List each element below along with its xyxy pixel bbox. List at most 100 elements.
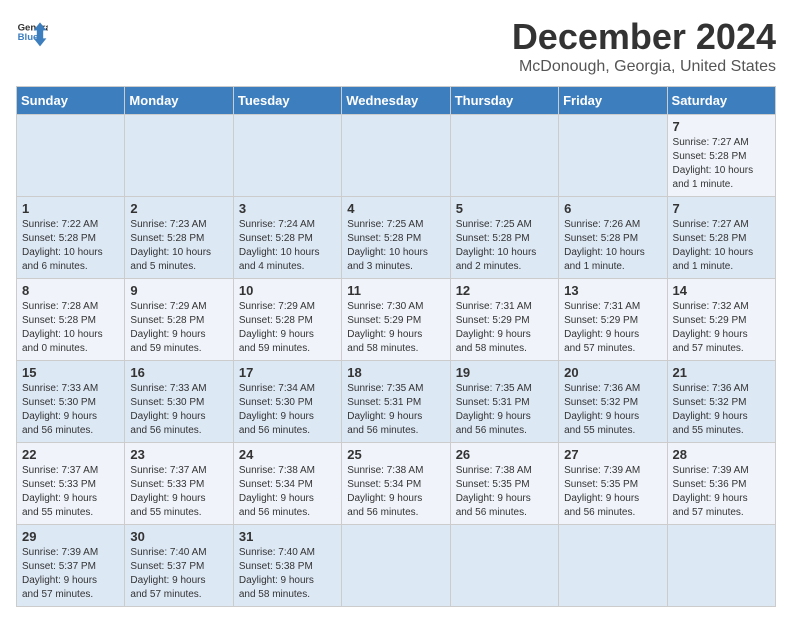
day-info: Sunrise: 7:29 AMSunset: 5:28 PMDaylight:… — [239, 300, 336, 356]
day-number: 10 — [239, 283, 336, 298]
calendar-cell — [559, 115, 667, 197]
calendar-row: 7 Sunrise: 7:27 AMSunset: 5:28 PMDaylight… — [17, 115, 776, 197]
calendar-cell: 20Sunrise: 7:36 AMSunset: 5:32 PMDayligh… — [559, 361, 667, 443]
calendar-row: 22 Sunrise: 7:37 AMSunset: 5:33 PMDayligh… — [17, 443, 776, 525]
day-info: Sunrise: 7:36 AMSunset: 5:32 PMDaylight:… — [564, 382, 661, 438]
day-number: 29 — [22, 529, 119, 544]
header-row: Sunday Monday Tuesday Wednesday Thursday… — [17, 87, 776, 115]
day-info: Sunrise: 7:32 AMSunset: 5:29 PMDaylight:… — [673, 300, 770, 356]
calendar-cell: 6 Sunrise: 7:26 AMSunset: 5:28 PMDaylight… — [559, 197, 667, 279]
calendar-cell — [125, 115, 233, 197]
calendar-cell: 29 Sunrise: 7:39 AMSunset: 5:37 PMDayligh… — [17, 525, 125, 607]
col-thursday: Thursday — [450, 87, 558, 115]
day-info: Sunrise: 7:22 AMSunset: 5:28 PMDaylight:… — [22, 218, 119, 274]
calendar-cell — [559, 525, 667, 607]
title-block: December 2024 McDonough, Georgia, United… — [512, 16, 776, 76]
calendar-cell: 10 Sunrise: 7:29 AMSunset: 5:28 PMDayligh… — [233, 279, 341, 361]
calendar-row: 29 Sunrise: 7:39 AMSunset: 5:37 PMDayligh… — [17, 525, 776, 607]
calendar-cell: 26 Sunrise: 7:38 AMSunset: 5:35 PMDayligh… — [450, 443, 558, 525]
day-info: Sunrise: 7:39 AMSunset: 5:37 PMDaylight:… — [22, 546, 119, 602]
calendar-cell — [450, 525, 558, 607]
day-info: Sunrise: 7:35 AMSunset: 5:31 PMDaylight:… — [347, 382, 444, 438]
day-info: Sunrise: 7:31 AMSunset: 5:29 PMDaylight:… — [456, 300, 553, 356]
calendar-cell: 25Sunrise: 7:38 AMSunset: 5:34 PMDayligh… — [342, 443, 450, 525]
calendar-cell: 7 Sunrise: 7:27 AMSunset: 5:28 PMDaylight… — [667, 197, 775, 279]
col-friday: Friday — [559, 87, 667, 115]
day-info: Sunrise: 7:28 AMSunset: 5:28 PMDaylight:… — [22, 300, 119, 356]
calendar-cell: 21Sunrise: 7:36 AMSunset: 5:32 PMDayligh… — [667, 361, 775, 443]
day-number: 21 — [673, 365, 770, 380]
day-info: Sunrise: 7:39 AMSunset: 5:35 PMDaylight:… — [564, 464, 661, 520]
day-number: 26 — [456, 447, 553, 462]
day-number: 7 — [673, 119, 770, 134]
calendar-cell — [342, 525, 450, 607]
col-tuesday: Tuesday — [233, 87, 341, 115]
calendar-cell — [17, 115, 125, 197]
day-number: 7 — [673, 201, 770, 216]
day-number: 24 — [239, 447, 336, 462]
day-info: Sunrise: 7:27 AMSunset: 5:28 PMDaylight:… — [673, 136, 770, 192]
calendar-cell: 24Sunrise: 7:38 AMSunset: 5:34 PMDayligh… — [233, 443, 341, 525]
day-info: Sunrise: 7:38 AMSunset: 5:35 PMDaylight:… — [456, 464, 553, 520]
day-number: 28 — [673, 447, 770, 462]
calendar-cell — [450, 115, 558, 197]
day-info: Sunrise: 7:24 AMSunset: 5:28 PMDaylight:… — [239, 218, 336, 274]
col-wednesday: Wednesday — [342, 87, 450, 115]
day-info: Sunrise: 7:23 AMSunset: 5:28 PMDaylight:… — [130, 218, 227, 274]
calendar-cell: 4Sunrise: 7:25 AMSunset: 5:28 PMDaylight… — [342, 197, 450, 279]
day-number: 9 — [130, 283, 227, 298]
day-number: 16 — [130, 365, 227, 380]
day-number: 8 — [22, 283, 119, 298]
day-number: 2 — [130, 201, 227, 216]
day-number: 17 — [239, 365, 336, 380]
day-number: 4 — [347, 201, 444, 216]
calendar-cell: 31Sunrise: 7:40 AMSunset: 5:38 PMDayligh… — [233, 525, 341, 607]
day-info: Sunrise: 7:39 AMSunset: 5:36 PMDaylight:… — [673, 464, 770, 520]
calendar-cell: 9 Sunrise: 7:29 AMSunset: 5:28 PMDaylight… — [125, 279, 233, 361]
col-saturday: Saturday — [667, 87, 775, 115]
calendar-cell: 30Sunrise: 7:40 AMSunset: 5:37 PMDayligh… — [125, 525, 233, 607]
day-info: Sunrise: 7:35 AMSunset: 5:31 PMDaylight:… — [456, 382, 553, 438]
day-info: Sunrise: 7:37 AMSunset: 5:33 PMDaylight:… — [22, 464, 119, 520]
day-number: 25 — [347, 447, 444, 462]
day-number: 27 — [564, 447, 661, 462]
day-number: 22 — [22, 447, 119, 462]
calendar-cell: 11Sunrise: 7:30 AMSunset: 5:29 PMDayligh… — [342, 279, 450, 361]
day-info: Sunrise: 7:30 AMSunset: 5:29 PMDaylight:… — [347, 300, 444, 356]
header: General Blue December 2024 McDonough, Ge… — [16, 16, 776, 76]
calendar-cell: 27 Sunrise: 7:39 AMSunset: 5:35 PMDayligh… — [559, 443, 667, 525]
calendar-body: 7 Sunrise: 7:27 AMSunset: 5:28 PMDaylight… — [17, 115, 776, 607]
calendar-cell — [233, 115, 341, 197]
day-info: Sunrise: 7:29 AMSunset: 5:28 PMDaylight:… — [130, 300, 227, 356]
day-number: 5 — [456, 201, 553, 216]
day-info: Sunrise: 7:31 AMSunset: 5:29 PMDaylight:… — [564, 300, 661, 356]
day-number: 19 — [456, 365, 553, 380]
calendar-cell: 7 Sunrise: 7:27 AMSunset: 5:28 PMDaylight… — [667, 115, 775, 197]
day-number: 3 — [239, 201, 336, 216]
day-info: Sunrise: 7:26 AMSunset: 5:28 PMDaylight:… — [564, 218, 661, 274]
day-number: 14 — [673, 283, 770, 298]
calendar-cell: 2 Sunrise: 7:23 AMSunset: 5:28 PMDaylight… — [125, 197, 233, 279]
day-number: 13 — [564, 283, 661, 298]
col-monday: Monday — [125, 87, 233, 115]
calendar-cell: 5Sunrise: 7:25 AMSunset: 5:28 PMDaylight… — [450, 197, 558, 279]
day-info: Sunrise: 7:34 AMSunset: 5:30 PMDaylight:… — [239, 382, 336, 438]
calendar-cell: 15 Sunrise: 7:33 AMSunset: 5:30 PMDayligh… — [17, 361, 125, 443]
day-info: Sunrise: 7:33 AMSunset: 5:30 PMDaylight:… — [22, 382, 119, 438]
calendar-cell: 3 Sunrise: 7:24 AMSunset: 5:28 PMDaylight… — [233, 197, 341, 279]
day-number: 30 — [130, 529, 227, 544]
calendar-cell: 19 Sunrise: 7:35 AMSunset: 5:31 PMDayligh… — [450, 361, 558, 443]
day-number: 6 — [564, 201, 661, 216]
calendar-row: 8 Sunrise: 7:28 AMSunset: 5:28 PMDaylight… — [17, 279, 776, 361]
day-number: 15 — [22, 365, 119, 380]
calendar-cell: 1 Sunrise: 7:22 AMSunset: 5:28 PMDaylight… — [17, 197, 125, 279]
day-info: Sunrise: 7:27 AMSunset: 5:28 PMDaylight:… — [673, 218, 770, 274]
day-number: 1 — [22, 201, 119, 216]
day-number: 12 — [456, 283, 553, 298]
day-number: 31 — [239, 529, 336, 544]
calendar-cell: 16Sunrise: 7:33 AMSunset: 5:30 PMDayligh… — [125, 361, 233, 443]
calendar-row: 1 Sunrise: 7:22 AMSunset: 5:28 PMDaylight… — [17, 197, 776, 279]
calendar-cell: 17 Sunrise: 7:34 AMSunset: 5:30 PMDayligh… — [233, 361, 341, 443]
col-sunday: Sunday — [17, 87, 125, 115]
calendar-cell: 8 Sunrise: 7:28 AMSunset: 5:28 PMDaylight… — [17, 279, 125, 361]
